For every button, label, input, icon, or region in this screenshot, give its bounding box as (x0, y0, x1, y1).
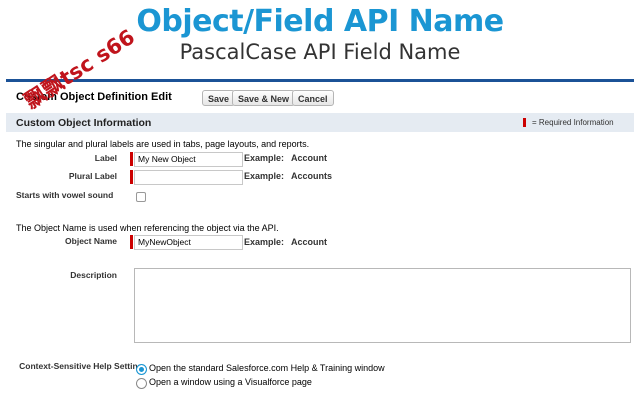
save-button[interactable]: Save (202, 90, 236, 106)
plural-label-input[interactable] (134, 170, 243, 185)
required-marker (130, 152, 133, 166)
example-value: Account (291, 153, 327, 163)
object-name-input[interactable]: MyNewObject (134, 235, 243, 250)
description-label: Description (70, 270, 117, 280)
labels-intro-text: The singular and plural labels are used … (16, 139, 310, 149)
help-option-visualforce-radio[interactable] (136, 378, 147, 389)
example-label: Example: (244, 237, 285, 247)
section-header: Custom Object Information = Required Inf… (6, 113, 634, 132)
banner-title: Object/Field API Name (136, 4, 504, 39)
example-label: Example: (244, 171, 285, 181)
plural-label-field-label: Plural Label (68, 171, 117, 181)
example-value: Account (291, 237, 327, 247)
object-name-label: Object Name (65, 236, 117, 246)
object-edit-panel: Custom Object Definition Edit Save Save … (6, 79, 634, 403)
required-indicator-icon (523, 118, 526, 127)
help-setting-label: Context-Sensitive Help Setting (19, 361, 143, 371)
label-input[interactable]: My New Object (134, 152, 243, 167)
example-value: Accounts (291, 171, 333, 181)
cancel-button[interactable]: Cancel (292, 90, 334, 106)
label-field-label: Label (94, 153, 117, 163)
description-textarea[interactable] (134, 268, 631, 343)
page-block-header: Custom Object Definition Edit Save Save … (6, 82, 634, 112)
required-marker (130, 170, 133, 184)
help-option-standard-label: Open the standard Salesforce.com Help & … (149, 363, 385, 373)
section-title: Custom Object Information (16, 117, 152, 129)
help-option-standard-radio[interactable] (136, 364, 147, 375)
api-intro-text: The Object Name is used when referencing… (16, 223, 279, 233)
vowel-sound-checkbox[interactable] (136, 192, 146, 202)
required-marker (130, 235, 133, 249)
help-option-visualforce-label: Open a window using a Visualforce page (149, 377, 312, 387)
example-label: Example: (244, 153, 285, 163)
required-legend: = Required Information (532, 118, 614, 127)
save-and-new-button[interactable]: Save & New (232, 90, 296, 106)
vowel-sound-label: Starts with vowel sound (16, 190, 114, 200)
